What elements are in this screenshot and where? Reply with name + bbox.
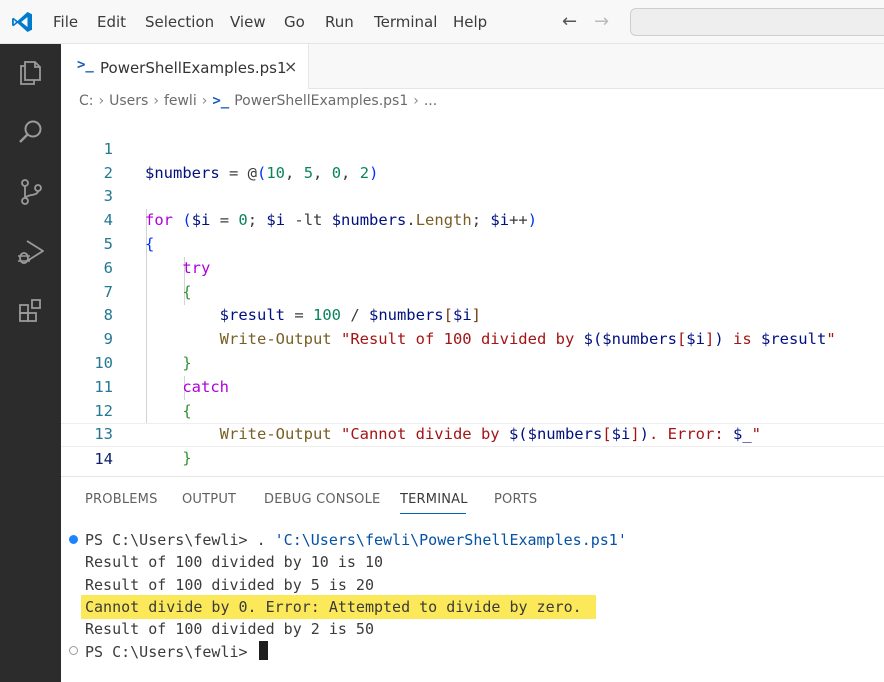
code-line: 5 try: [61, 209, 884, 277]
code-line: 13 }: [61, 400, 884, 467]
editor-tab-bar: >_ PowerShellExamples.ps1 ×: [61, 44, 884, 89]
back-arrow-icon[interactable]: ←: [562, 11, 577, 32]
code-line: 12 Write-Output "Cannot divide by $($num…: [61, 376, 884, 444]
chevron-right-icon: ›: [413, 93, 419, 109]
code-line: 7 $result = 100 / $numbers[$i]: [61, 257, 884, 325]
terminal-output-line: Result of 100 divided by 5 is 20: [85, 575, 374, 594]
run-debug-icon[interactable]: [15, 236, 47, 268]
tab-ports[interactable]: PORTS: [494, 492, 537, 507]
code-line: 4 {: [61, 185, 884, 253]
menu-terminal[interactable]: Terminal: [374, 12, 437, 32]
tab-powershell-examples[interactable]: >_ PowerShellExamples.ps1 ×: [61, 44, 309, 89]
terminal-cursor: [258, 640, 268, 660]
terminal-command-path: 'C:\Users\fewli\PowerShellExamples.ps1': [274, 531, 627, 549]
tab-problems[interactable]: PROBLEMS: [85, 492, 158, 507]
terminal-prompt: PS C:\Users\fewli>: [85, 642, 257, 661]
menu-selection[interactable]: Selection: [145, 12, 214, 32]
code-line: 9 }: [61, 304, 884, 372]
command-center-search[interactable]: [630, 8, 884, 36]
command-success-decoration-icon[interactable]: [69, 535, 78, 544]
tab-debug-console[interactable]: DEBUG CONSOLE: [264, 492, 380, 507]
active-tab-indicator: [400, 513, 466, 514]
breadcrumb-item-file[interactable]: PowerShellExamples.ps1: [234, 93, 408, 109]
menu-view[interactable]: View: [230, 12, 266, 32]
terminal-prompt: PS C:\Users\fewli>: [85, 531, 257, 549]
chevron-right-icon: ›: [153, 93, 159, 109]
code-line: 10 catch: [61, 328, 884, 396]
code-line: 8 Write-Output "Result of 100 divided by…: [61, 281, 884, 348]
tab-output[interactable]: OUTPUT: [182, 492, 236, 507]
breadcrumb-more[interactable]: ...: [424, 93, 437, 109]
powershell-file-icon: >_: [77, 57, 94, 73]
code-line: 2: [61, 138, 884, 182]
vscode-logo-icon[interactable]: [10, 10, 34, 34]
menu-edit[interactable]: Edit: [97, 12, 126, 32]
terminal-prompt-line: PS C:\Users\fewli>: [85, 640, 268, 663]
powershell-file-icon: >_: [212, 93, 230, 109]
code-line: 11 {: [61, 352, 884, 420]
extensions-icon[interactable]: [15, 296, 47, 328]
title-bar: File Edit Selection View Go Run Terminal…: [0, 0, 884, 44]
close-icon[interactable]: ×: [284, 57, 297, 76]
terminal-command-line: PS C:\Users\fewli> . 'C:\Users\fewli\Pow…: [85, 529, 627, 551]
menu-help[interactable]: Help: [453, 12, 487, 32]
code-text: }: [145, 449, 192, 468]
line-number: 14: [94, 450, 113, 469]
bottom-panel: PROBLEMS OUTPUT DEBUG CONSOLE TERMINAL P…: [61, 476, 884, 682]
terminal-command-op: .: [256, 531, 275, 549]
breadcrumb-item-fewli[interactable]: fewli: [164, 93, 197, 109]
code-line: 6 {: [61, 233, 884, 301]
explorer-icon[interactable]: [15, 56, 47, 88]
terminal-output-line: Result of 100 divided by 2 is 50: [85, 620, 374, 639]
menu-file[interactable]: File: [53, 12, 78, 32]
code-editor[interactable]: 1 $numbers = @(10, 5, 0, 2) 2 3 for ($i …: [61, 114, 884, 492]
menu-run[interactable]: Run: [325, 12, 354, 32]
command-empty-decoration-icon[interactable]: [69, 646, 78, 655]
source-control-icon[interactable]: [15, 176, 47, 208]
terminal-output-line: Result of 100 divided by 10 is 10: [85, 553, 384, 572]
terminal-output-line-highlighted: Cannot divide by 0. Error: Attempted to …: [85, 597, 582, 616]
activity-bar: [0, 44, 61, 682]
search-icon[interactable]: [15, 116, 47, 148]
breadcrumb-item-users[interactable]: Users: [109, 93, 148, 109]
tab-label: PowerShellExamples.ps1: [100, 59, 287, 77]
code-line: 1 $numbers = @(10, 5, 0, 2): [61, 114, 884, 182]
breadcrumb-item-c[interactable]: C:: [79, 93, 94, 109]
breadcrumb: C: › Users › fewli › >_ PowerShellExamples.ps1 ›…: [79, 93, 437, 113]
forward-arrow-icon[interactable]: →: [594, 11, 609, 32]
tab-terminal[interactable]: TERMINAL: [400, 492, 468, 507]
menu-go[interactable]: Go: [284, 12, 305, 32]
code-line-current: 14 }: [61, 423, 884, 492]
code-line: 3 for ($i = 0; $i -lt $numbers.Length; $…: [61, 162, 884, 229]
chevron-right-icon: ›: [201, 93, 208, 109]
chevron-right-icon: ›: [98, 93, 105, 109]
